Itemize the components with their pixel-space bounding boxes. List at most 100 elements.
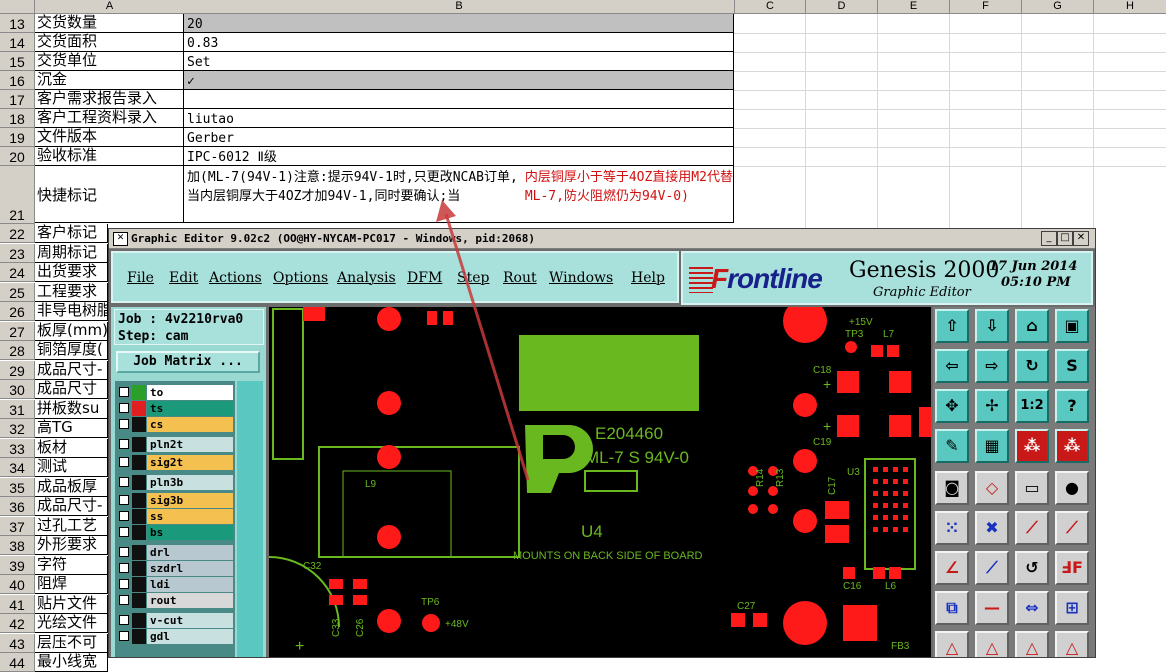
pad-icon[interactable]: ● <box>1055 471 1089 505</box>
column-header-f[interactable]: F <box>950 0 1022 14</box>
pan-right-icon[interactable]: ⇨ <box>975 349 1009 383</box>
layer-checkbox[interactable] <box>119 403 129 413</box>
help-icon[interactable]: ? <box>1055 389 1089 423</box>
row-header[interactable]: 30 <box>0 380 35 399</box>
layer-name[interactable]: v-cut <box>147 613 233 628</box>
cell-a[interactable]: 成品板厚 <box>35 478 108 497</box>
menu-windows[interactable]: Windows <box>549 270 613 286</box>
cell-a[interactable]: 非导电树脂 <box>35 302 108 321</box>
maximize-icon[interactable]: □ <box>1057 231 1073 246</box>
menu-rout[interactable]: Rout <box>503 270 537 286</box>
layer-scroll-area[interactable] <box>237 381 263 657</box>
row-header[interactable]: 18 <box>0 109 35 128</box>
layer-checkbox[interactable] <box>119 579 129 589</box>
layer-color-swatch[interactable] <box>132 525 146 540</box>
layer-row-gdl[interactable]: gdl <box>117 629 233 644</box>
triangle-icon[interactable]: △ <box>1015 631 1049 657</box>
cell-a[interactable]: 字符 <box>35 556 108 575</box>
netlist-icon[interactable]: ⁂ <box>1015 429 1049 463</box>
layer-name[interactable]: pln2t <box>147 437 233 452</box>
layer-row-ldi[interactable]: ldi <box>117 577 233 592</box>
cell-a[interactable]: 客户工程资料录入 <box>35 109 184 128</box>
cell-b[interactable]: Set <box>184 52 734 71</box>
cell-b[interactable]: 0.83 <box>184 33 734 52</box>
row-header[interactable]: 22 <box>0 224 35 243</box>
layer-checkbox[interactable] <box>119 511 129 521</box>
row-header[interactable]: 13 <box>0 14 35 33</box>
layer-row-pln2t[interactable]: pln2t <box>117 437 233 452</box>
layer-color-swatch[interactable] <box>132 593 146 608</box>
row-header[interactable]: 16 <box>0 71 35 90</box>
row-header[interactable]: 28 <box>0 341 35 360</box>
layer-row-cs[interactable]: cs <box>117 417 233 432</box>
cell-a[interactable]: 板材 <box>35 439 108 458</box>
cell-a[interactable]: 高TG <box>35 419 108 438</box>
layer-name[interactable]: bs <box>147 525 233 540</box>
layer-color-swatch[interactable] <box>132 401 146 416</box>
layer-color-swatch[interactable] <box>132 475 146 490</box>
layer-name[interactable]: sig2t <box>147 455 233 470</box>
row-header[interactable]: 40 <box>0 575 35 594</box>
row-header[interactable]: 14 <box>0 33 35 52</box>
layer-color-swatch[interactable] <box>132 493 146 508</box>
row-header[interactable]: 38 <box>0 536 35 555</box>
row-header[interactable]: 19 <box>0 128 35 147</box>
cell-a[interactable]: 板厚(mm) <box>35 322 108 341</box>
menu-actions[interactable]: Actions <box>209 270 262 286</box>
grid-icon[interactable]: ▦ <box>975 429 1009 463</box>
layer-checkbox[interactable] <box>119 439 129 449</box>
layer-color-swatch[interactable] <box>132 455 146 470</box>
cell-b21[interactable]: 加(ML-7(94V-1)注意:提示94V-1时,只更改NCAB订单,当内层铜厚… <box>184 166 734 223</box>
arc-icon[interactable]: ↺ <box>1015 551 1049 585</box>
horizontal-line-icon[interactable]: — <box>975 591 1009 625</box>
column-header-d[interactable]: D <box>806 0 878 14</box>
layer-row-sig2t[interactable]: sig2t <box>117 455 233 470</box>
layer-name[interactable]: ldi <box>147 577 233 592</box>
fit-all-icon[interactable]: ✥ <box>935 389 969 423</box>
redraw-icon[interactable]: ↻ <box>1015 349 1049 383</box>
cell-a[interactable]: 交货单位 <box>35 52 184 71</box>
row-header[interactable]: 43 <box>0 634 35 653</box>
cell-a21[interactable]: 快捷标记 <box>35 166 184 223</box>
triangle-icon[interactable]: △ <box>975 631 1009 657</box>
column-header-c[interactable]: C <box>735 0 806 14</box>
column-header-g[interactable]: G <box>1022 0 1094 14</box>
layer-checkbox[interactable] <box>119 387 129 397</box>
zoom-window-icon[interactable]: ▣ <box>1055 309 1089 343</box>
column-header-a[interactable]: A <box>35 0 185 14</box>
zoom-down-icon[interactable]: ⇩ <box>975 309 1009 343</box>
layer-checkbox[interactable] <box>119 477 129 487</box>
layer-row-szdrl[interactable]: szdrl <box>117 561 233 576</box>
cell-a[interactable]: 过孔工艺 <box>35 517 108 536</box>
board-canvas[interactable]: E204460 ML-7 S 94V-0 U4 MOUNTS ON BACK S… <box>269 307 931 657</box>
row-header[interactable]: 31 <box>0 400 35 419</box>
row-header[interactable]: 26 <box>0 302 35 321</box>
cell-b[interactable]: ✓ <box>184 71 734 90</box>
layer-color-swatch[interactable] <box>132 577 146 592</box>
cell-a[interactable]: 客户需求报告录入 <box>35 90 184 109</box>
layer-name[interactable]: pln3b <box>147 475 233 490</box>
row-header[interactable]: 34 <box>0 458 35 477</box>
cell-a[interactable]: 光绘文件 <box>35 614 108 633</box>
line-point-icon[interactable]: ⟋ <box>1055 511 1089 545</box>
layer-color-swatch[interactable] <box>132 509 146 524</box>
layer-checkbox[interactable] <box>119 615 129 625</box>
cell-a[interactable]: 文件版本 <box>35 128 184 147</box>
layer-color-swatch[interactable] <box>132 545 146 560</box>
row-header[interactable]: 32 <box>0 419 35 438</box>
resize-icon[interactable]: ⧉ <box>935 591 969 625</box>
scale-one-to-one-icon[interactable]: 1:2 <box>1015 389 1049 423</box>
menu-options[interactable]: Options <box>273 270 328 286</box>
layer-color-swatch[interactable] <box>132 385 146 400</box>
row-header[interactable]: 41 <box>0 595 35 614</box>
cell-b[interactable]: Gerber <box>184 128 734 147</box>
row-header[interactable]: 27 <box>0 322 35 341</box>
layer-row-drl[interactable]: drl <box>117 545 233 560</box>
layer-checkbox[interactable] <box>119 495 129 505</box>
menu-file[interactable]: File <box>127 270 154 286</box>
cell-a[interactable]: 出货要求 <box>35 263 108 282</box>
cell-b[interactable] <box>184 90 734 109</box>
cell-a[interactable]: 成品尺寸- <box>35 497 108 516</box>
group-icon[interactable]: ⊞ <box>1055 591 1089 625</box>
layer-name[interactable]: ss <box>147 509 233 524</box>
